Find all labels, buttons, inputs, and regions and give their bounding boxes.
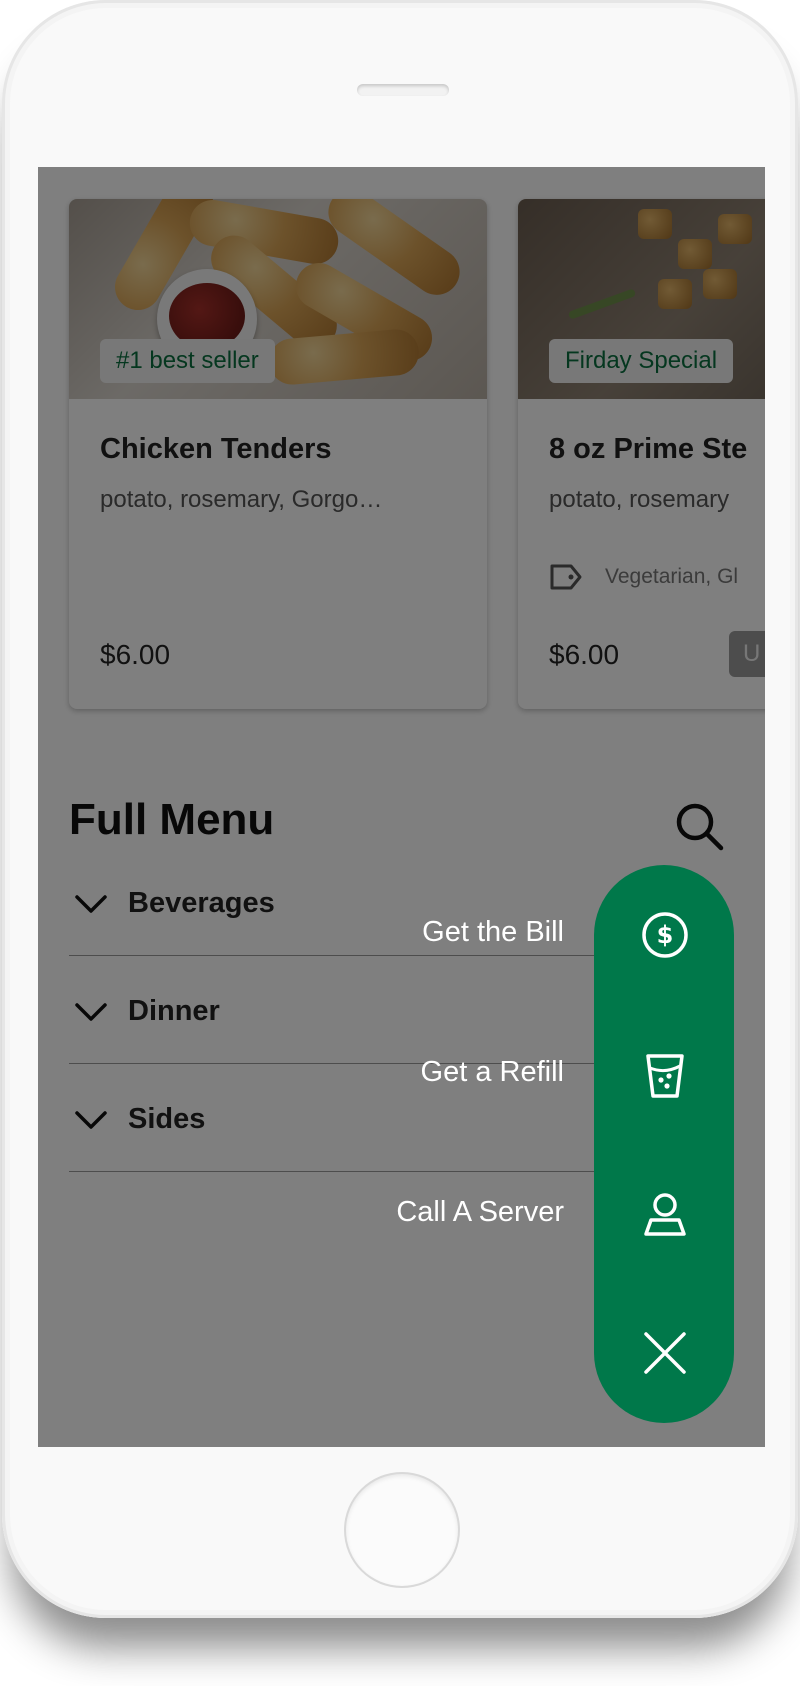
- get-bill-button[interactable]: $: [640, 910, 690, 960]
- get-refill-label[interactable]: Get a Refill: [421, 1056, 564, 1089]
- svg-text:$: $: [657, 921, 674, 949]
- phone-frame: #1 best seller Chicken Tenders potato, r…: [2, 0, 798, 1618]
- call-server-button[interactable]: [640, 1190, 690, 1240]
- close-icon: [640, 1328, 690, 1378]
- drink-icon: [640, 1050, 690, 1100]
- call-server-label[interactable]: Call A Server: [396, 1196, 564, 1229]
- server-icon: [640, 1190, 690, 1240]
- get-bill-label[interactable]: Get the Bill: [422, 916, 564, 949]
- app-screen: #1 best seller Chicken Tenders potato, r…: [38, 167, 765, 1447]
- close-fab-button[interactable]: [640, 1328, 690, 1378]
- dollar-icon: $: [640, 910, 690, 960]
- service-fab-menu: $: [594, 865, 734, 1423]
- phone-home-button[interactable]: [346, 1474, 458, 1586]
- phone-speaker: [357, 84, 449, 96]
- get-refill-button[interactable]: [640, 1050, 690, 1100]
